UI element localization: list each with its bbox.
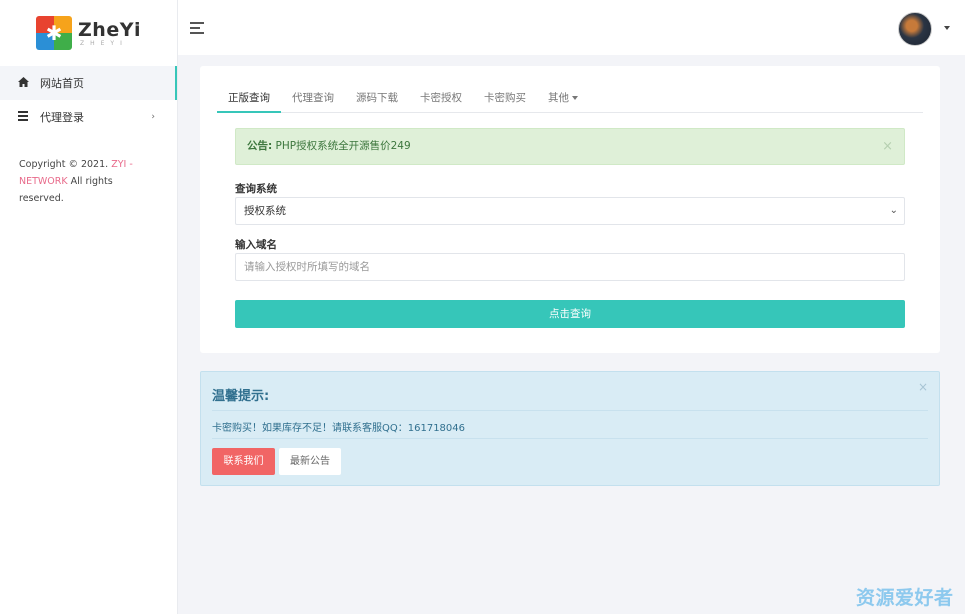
system-select[interactable]: 授权系统 ⌄ <box>235 197 905 225</box>
caret-down-icon <box>572 96 578 100</box>
sidebar: ✱ ZheYi ZHEYI 网站首页 代理登录 › Copyright © 20… <box>0 0 178 614</box>
tip-title: 温馨提示: <box>212 389 270 404</box>
system-label: 查询系统 <box>235 183 277 195</box>
announcement-alert: 公告: PHP授权系统全开源售价249 × <box>235 128 905 165</box>
tab-agent-query[interactable]: 代理查询 <box>281 86 345 113</box>
tab-other[interactable]: 其他 <box>537 86 589 113</box>
caret-down-icon[interactable] <box>944 26 950 30</box>
menu-toggle-icon[interactable] <box>190 22 206 34</box>
divider <box>212 410 928 411</box>
tab-source-download[interactable]: 源码下载 <box>345 86 409 113</box>
tab-genuine-query[interactable]: 正版查询 <box>217 86 281 113</box>
sidebar-item-label: 代理登录 <box>40 111 84 124</box>
sidebar-item-label: 网站首页 <box>40 77 84 90</box>
announcement-text: PHP授权系统全开源售价249 <box>272 140 411 152</box>
watermark: 资源爱好者 <box>856 587 954 609</box>
divider <box>212 438 928 439</box>
user-avatar[interactable] <box>898 12 932 46</box>
contact-us-button[interactable]: 联系我们 <box>212 448 275 475</box>
query-card: 正版查询 代理查询 源码下载 卡密授权 卡密购买 其他 公告: PHP授权系统全… <box>200 66 940 353</box>
chevron-down-icon: ⌄ <box>889 205 898 216</box>
logo-mark-icon: ✱ <box>36 16 73 50</box>
announcement-label: 公告: <box>247 140 273 152</box>
list-icon <box>18 110 32 124</box>
chevron-right-icon: › <box>151 112 155 122</box>
latest-news-button[interactable]: 最新公告 <box>279 448 341 475</box>
home-icon <box>18 76 32 90</box>
domain-input[interactable]: 请输入授权时所填写的域名 <box>235 253 905 281</box>
close-icon[interactable]: × <box>918 380 928 394</box>
tab-bar: 正版查询 代理查询 源码下载 卡密授权 卡密购买 其他 <box>217 86 923 113</box>
tab-card-purchase[interactable]: 卡密购买 <box>473 86 537 113</box>
top-bar <box>178 0 965 55</box>
tip-text: 卡密购买！如果库存不足！请联系客服QQ：161718046 <box>212 423 466 434</box>
tip-panel: 温馨提示: × 卡密购买！如果库存不足！请联系客服QQ：161718046 联系… <box>200 371 940 486</box>
brand-name: ZheYi <box>78 18 141 41</box>
system-select-value: 授权系统 <box>244 205 286 217</box>
domain-label: 输入域名 <box>235 239 277 251</box>
tab-card-auth[interactable]: 卡密授权 <box>409 86 473 113</box>
brand-logo[interactable]: ✱ ZheYi ZHEYI <box>0 0 177 66</box>
close-icon[interactable]: × <box>882 129 893 164</box>
copyright: Copyright © 2021. ZYI - NETWORK All righ… <box>19 159 133 204</box>
sidebar-item-home[interactable]: 网站首页 <box>0 66 177 100</box>
sidebar-item-agent-login[interactable]: 代理登录 › <box>0 100 177 134</box>
brand-subtitle: ZHEYI <box>80 39 128 47</box>
query-button[interactable]: 点击查询 <box>235 300 905 328</box>
